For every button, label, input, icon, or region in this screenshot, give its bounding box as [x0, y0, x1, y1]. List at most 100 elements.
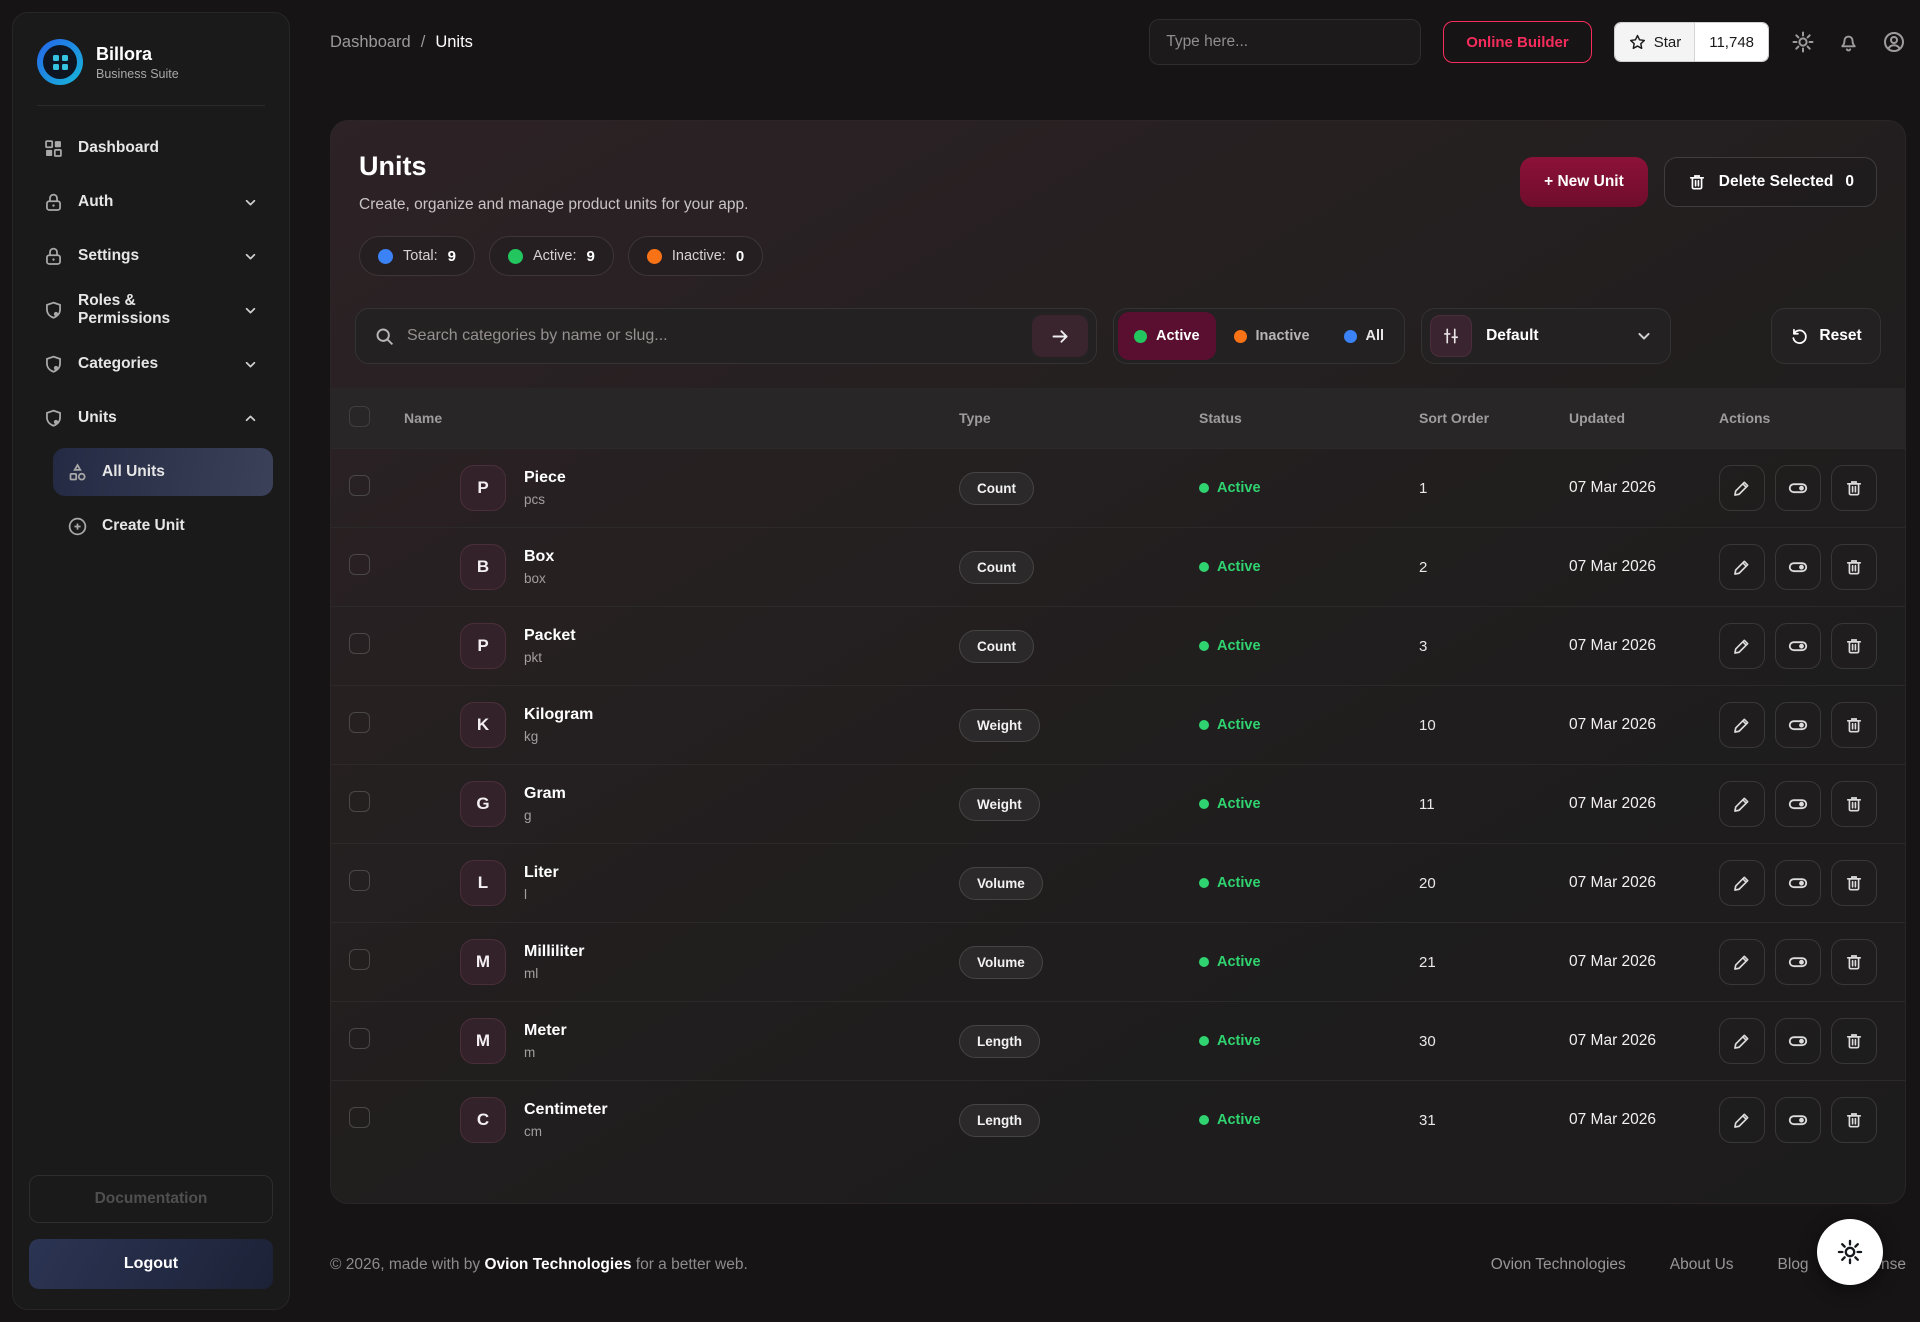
row-checkbox[interactable]: [349, 712, 370, 733]
status-label: Active: [1217, 1033, 1261, 1049]
unit-avatar: P: [460, 623, 506, 669]
reset-button[interactable]: Reset: [1771, 308, 1881, 364]
sidebar-item-settings[interactable]: Settings: [29, 232, 273, 280]
sidebar-item-label: Units: [78, 409, 117, 427]
logout-button[interactable]: Logout: [29, 1239, 273, 1289]
status-dot-icon: [1199, 1036, 1209, 1046]
footer-link-blog[interactable]: Blog: [1778, 1256, 1809, 1274]
filter-all-button[interactable]: All: [1328, 312, 1401, 360]
row-checkbox[interactable]: [349, 1107, 370, 1128]
delete-selected-button[interactable]: Delete Selected 0: [1664, 157, 1877, 207]
documentation-button[interactable]: Documentation: [29, 1175, 273, 1223]
delete-button[interactable]: [1831, 544, 1877, 590]
select-all-checkbox[interactable]: [349, 406, 370, 427]
edit-button[interactable]: [1719, 1018, 1765, 1064]
copyright-company[interactable]: Ovion Technologies: [484, 1256, 631, 1273]
toggle-status-button[interactable]: [1775, 544, 1821, 590]
delete-button[interactable]: [1831, 465, 1877, 511]
column-header-sort[interactable]: Sort Order: [1401, 410, 1551, 426]
edit-button[interactable]: [1719, 860, 1765, 906]
delete-button[interactable]: [1831, 1018, 1877, 1064]
table-row: M Milliliter ml Volume Active 21 07 Mar …: [331, 922, 1905, 1001]
delete-button[interactable]: [1831, 1097, 1877, 1143]
breadcrumb-dashboard[interactable]: Dashboard: [330, 33, 411, 52]
edit-button[interactable]: [1719, 465, 1765, 511]
settings-fab-button[interactable]: [1817, 1219, 1883, 1285]
edit-button[interactable]: [1719, 702, 1765, 748]
footer-link-about[interactable]: About Us: [1670, 1256, 1734, 1274]
main-content: Dashboard / Units Online Builder Star 11…: [290, 0, 1920, 1322]
table-row: P Piece pcs Count Active 1 07 Mar 2026: [331, 448, 1905, 527]
toggle-status-button[interactable]: [1775, 1097, 1821, 1143]
sidebar: Billora Business Suite Dashboard Auth Se…: [12, 12, 290, 1310]
sort-order-value: 11: [1401, 796, 1551, 813]
type-badge: Weight: [959, 788, 1040, 821]
sidebar-item-units[interactable]: Units: [29, 394, 273, 442]
row-checkbox[interactable]: [349, 791, 370, 812]
new-unit-button[interactable]: + New Unit: [1520, 157, 1648, 207]
edit-button[interactable]: [1719, 544, 1765, 590]
page-title: Units: [359, 151, 763, 182]
delete-button[interactable]: [1831, 939, 1877, 985]
gear-icon[interactable]: [1791, 30, 1815, 54]
search-submit-button[interactable]: [1032, 315, 1088, 357]
column-header-updated[interactable]: Updated: [1551, 410, 1701, 426]
units-search-input[interactable]: [407, 327, 1020, 345]
toggle-status-button[interactable]: [1775, 465, 1821, 511]
trash-icon: [1844, 952, 1864, 972]
brand: Billora Business Suite: [29, 35, 273, 105]
row-checkbox[interactable]: [349, 475, 370, 496]
trash-icon: [1844, 1110, 1864, 1130]
user-icon[interactable]: [1882, 30, 1906, 54]
filter-inactive-button[interactable]: Inactive: [1218, 312, 1326, 360]
star-button[interactable]: Star: [1615, 23, 1696, 61]
row-checkbox[interactable]: [349, 554, 370, 575]
edit-button[interactable]: [1719, 939, 1765, 985]
row-checkbox[interactable]: [349, 949, 370, 970]
unit-name: Liter: [524, 864, 559, 882]
unit-slug: kg: [524, 729, 593, 744]
column-header-name[interactable]: Name: [386, 410, 941, 426]
sort-order-value: 31: [1401, 1112, 1551, 1129]
units-submenu: All Units Create Unit: [29, 448, 273, 550]
delete-button[interactable]: [1831, 623, 1877, 669]
row-checkbox[interactable]: [349, 1028, 370, 1049]
toggle-status-button[interactable]: [1775, 623, 1821, 669]
star-count[interactable]: 11,748: [1695, 23, 1768, 61]
sort-dropdown[interactable]: Default: [1421, 308, 1671, 364]
shield-icon: [43, 300, 64, 321]
column-header-status[interactable]: Status: [1181, 410, 1401, 426]
sidebar-item-create-unit[interactable]: Create Unit: [53, 502, 273, 550]
trash-icon: [1844, 1031, 1864, 1051]
pencil-icon: [1732, 557, 1752, 577]
toggle-status-button[interactable]: [1775, 860, 1821, 906]
toggle-status-button[interactable]: [1775, 1018, 1821, 1064]
bell-icon[interactable]: [1837, 31, 1860, 54]
sidebar-item-auth[interactable]: Auth: [29, 178, 273, 226]
toggle-status-button[interactable]: [1775, 939, 1821, 985]
filter-active-button[interactable]: Active: [1118, 312, 1216, 360]
status-dot-icon: [1199, 562, 1209, 572]
edit-button[interactable]: [1719, 781, 1765, 827]
sidebar-item-all-units[interactable]: All Units: [53, 448, 273, 496]
delete-button[interactable]: [1831, 702, 1877, 748]
row-checkbox[interactable]: [349, 870, 370, 891]
sidebar-item-categories[interactable]: Categories: [29, 340, 273, 388]
sort-order-value: 1: [1401, 480, 1551, 497]
online-builder-button[interactable]: Online Builder: [1443, 21, 1592, 63]
delete-button[interactable]: [1831, 860, 1877, 906]
edit-button[interactable]: [1719, 623, 1765, 669]
toggle-icon: [1787, 714, 1809, 736]
column-header-type[interactable]: Type: [941, 410, 1181, 426]
footer-link-company[interactable]: Ovion Technologies: [1491, 1256, 1626, 1274]
delete-button[interactable]: [1831, 781, 1877, 827]
edit-button[interactable]: [1719, 1097, 1765, 1143]
topbar-search-input[interactable]: [1149, 19, 1421, 65]
unit-slug: box: [524, 571, 554, 586]
unit-slug: l: [524, 887, 559, 902]
row-checkbox[interactable]: [349, 633, 370, 654]
toggle-status-button[interactable]: [1775, 781, 1821, 827]
toggle-status-button[interactable]: [1775, 702, 1821, 748]
sidebar-item-roles-permissions[interactable]: Roles & Permissions: [29, 286, 273, 334]
sidebar-item-dashboard[interactable]: Dashboard: [29, 124, 273, 172]
